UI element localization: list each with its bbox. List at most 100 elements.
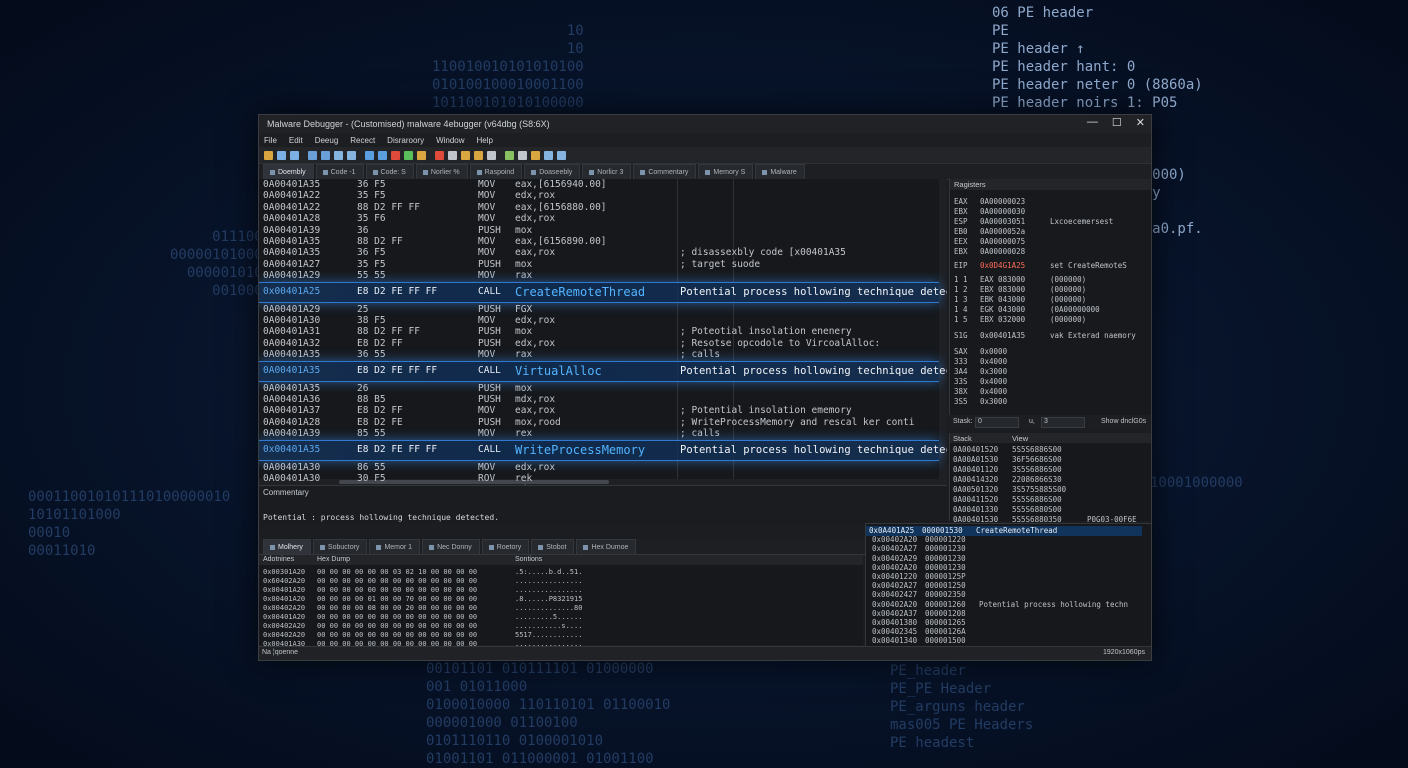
tab-7[interactable]: Commentary	[633, 164, 697, 179]
bottom-tab-6[interactable]: Hex Dumoe	[576, 539, 637, 554]
disasm-row[interactable]: 0A00401A29 55 55 MOV rax	[259, 270, 939, 281]
menu-item-help[interactable]: Help	[477, 136, 493, 145]
disasm-bytes: 30 F5	[357, 473, 386, 484]
disasm-row[interactable]: 0A00401A35 36 F5 MOV eax,[6156940.00]	[259, 179, 939, 190]
toolbar-button-icon[interactable]	[290, 150, 299, 160]
trace-address: 0x00401220	[872, 572, 918, 581]
toolbar-button-icon[interactable]	[321, 150, 330, 160]
status-bar: Na ¦qoenne 1920x1060ps	[259, 646, 1151, 660]
disasm-row[interactable]: 0A00401A28 E8 D2 FE PUSH mox,rood ; WritePro…	[259, 417, 939, 428]
hex-address: 0x00301A20	[263, 568, 306, 576]
menu-item-recect[interactable]: Recect	[350, 136, 375, 145]
trace-value: 000001230	[925, 562, 966, 572]
disasm-row[interactable]: 0A00401A30 30 F5 ROV rek	[259, 473, 939, 484]
disasm-row[interactable]: 0A00401A39 85 55 MOV rex ; calls	[259, 428, 939, 439]
stack-count-field[interactable]: 3	[1041, 417, 1085, 428]
toolbar-button-icon[interactable]	[404, 150, 413, 160]
toolbar-button-icon[interactable]	[365, 150, 374, 160]
register-value: 0x0000	[980, 347, 1008, 356]
disasm-mnem: CALL	[478, 364, 501, 376]
menu-item-disraroory[interactable]: Disraroory	[387, 136, 424, 145]
tab-2[interactable]: Code: S	[365, 164, 414, 179]
maximize-button[interactable]: ☐	[1112, 116, 1122, 129]
disasm-row-highlighted[interactable]: 0A00401A35 E8 D2 FE FF FF CALL VirtualAlloc…	[259, 360, 947, 382]
disasm-row[interactable]: 0A00401A35 36 55 MOV rax ; calls	[259, 349, 939, 360]
disasm-row-highlighted[interactable]: 0x00401A35 E8 D2 FE FF FF CALL WriteProcess…	[259, 439, 947, 461]
disasm-row-highlighted[interactable]: 0x00401A25 E8 D2 FE FF FF CALL CreateRemote…	[259, 281, 947, 303]
toolbar-button-icon[interactable]	[461, 150, 470, 160]
minimize-button[interactable]: —	[1087, 116, 1098, 129]
disassembly-view: 0A00401A35 36 F5 MOV eax,[6156940.00] 0A0040…	[259, 179, 947, 485]
disasm-bytes: 36 F5	[357, 179, 386, 190]
disasm-row[interactable]: 0A00401A31 88 D2 FF FF PUSH mox ; Poteotial …	[259, 326, 939, 337]
toolbar-button-icon[interactable]	[334, 150, 343, 160]
toolbar-button-icon[interactable]	[474, 150, 483, 160]
toolbar-button-icon[interactable]	[531, 150, 540, 160]
tab-4[interactable]: Raspoind	[469, 164, 523, 179]
disasm-row[interactable]: 0A00401A30 38 F5 MOV edx,rox	[259, 315, 939, 326]
tab-1[interactable]: Code -1	[315, 164, 364, 179]
close-button[interactable]: ✕	[1136, 116, 1145, 129]
toolbar-button-icon[interactable]	[518, 150, 527, 160]
tab-6[interactable]: Norlicr 3	[582, 164, 632, 179]
toolbar-button-icon[interactable]	[391, 150, 400, 160]
tab-8[interactable]: Memory S	[698, 164, 754, 179]
toolbar-button-icon[interactable]	[448, 150, 457, 160]
show-toggle[interactable]: Show dnclG0s	[1101, 418, 1146, 425]
disasm-row[interactable]: 0A00401A35 88 D2 FF MOV eax,[6156890.00]	[259, 236, 939, 247]
hex-address: 0x00401A20	[263, 586, 306, 594]
disasm-row[interactable]: 0A00401A27 35 F5 PUSH mox ; target suode	[259, 259, 939, 270]
toolbar-button-icon[interactable]	[557, 150, 566, 160]
disasm-row[interactable]: 0A00401A35 36 F5 MOV eax,rox ; disassexbly c…	[259, 247, 939, 258]
toolbar-button-icon[interactable]	[347, 150, 356, 160]
disasm-ops: WriteProcessMemory	[515, 442, 646, 457]
toolbar-button-icon[interactable]	[417, 150, 426, 160]
tab-5[interactable]: Doaseebly	[524, 164, 581, 179]
disasm-row[interactable]: 0A00401A36 88 B5 PUSH mdx,rox	[259, 394, 939, 405]
stack-offset-field[interactable]: 0	[975, 417, 1019, 428]
toolbar-button-icon[interactable]	[435, 150, 444, 160]
register-value: 0x4000	[980, 357, 1008, 366]
bottom-tab-2[interactable]: Memor 1	[369, 539, 421, 554]
disasm-row[interactable]: 0A00401A39 36 PUSH mox	[259, 225, 939, 236]
disasm-addr: 0A00401A35	[263, 247, 321, 259]
tab-0[interactable]: Doembly	[263, 164, 314, 179]
toolbar-button-icon[interactable]	[308, 150, 317, 160]
toolbar-button-icon[interactable]	[487, 150, 496, 160]
disasm-ops: mdx,rox	[515, 394, 556, 405]
disasm-row[interactable]: 0A00401A30 86 55 MOV edx,rox	[259, 462, 939, 473]
toolbar-button-icon[interactable]	[544, 150, 553, 160]
disassembly-scrollbar[interactable]	[939, 179, 947, 485]
toolbar-button-icon[interactable]	[277, 150, 286, 160]
toolbar-button-icon[interactable]	[505, 150, 514, 160]
bottom-tab-4[interactable]: Roetory	[481, 539, 530, 554]
disasm-row[interactable]: 0A00401A22 35 F5 MOV edx,rox	[259, 190, 939, 201]
bottom-tab-5[interactable]: Stobot	[531, 539, 575, 554]
toolbar-button-icon[interactable]	[378, 150, 387, 160]
disasm-row[interactable]: 0A00401A37 E8 D2 FF MOV eax,rox ; Potential …	[259, 405, 939, 416]
bottom-tab-3[interactable]: Nec Donny	[422, 539, 480, 554]
toolbar-button-icon[interactable]	[264, 150, 273, 160]
disasm-ops: eax,[6156890.00]	[515, 236, 607, 247]
tab-label: Roetory	[496, 543, 522, 551]
menu-item-deeug[interactable]: Deeug	[315, 136, 339, 145]
menu-item-file[interactable]: File	[264, 136, 277, 145]
disasm-row[interactable]: 0A00401A28 35 F6 MOV edx,rox	[259, 213, 939, 224]
menu-item-edit[interactable]: Edit	[289, 136, 303, 145]
bottom-tab-1[interactable]: Sobuctory	[312, 539, 368, 554]
tab-label: Stobot	[546, 543, 567, 551]
hex-bytes: 00 00 00 00 01 00 00 70 00 00 00 00 00	[317, 595, 478, 603]
disasm-ops: VirtualAlloc	[515, 363, 602, 378]
disasm-row[interactable]: 0A00401A22 88 D2 FF FF MOV eax,[6156880.00]	[259, 202, 939, 213]
tab-9[interactable]: Malware	[755, 164, 805, 179]
hex-bytes: 00 00 00 00 00 00 00 00 00 00 00 00 00	[317, 613, 478, 621]
disasm-mnem: CALL	[478, 443, 501, 455]
tab-3[interactable]: Norlier %	[415, 164, 468, 179]
disasm-row[interactable]: 0A00401A32 E8 D2 FF PUSH edx,rox ; Resotse o…	[259, 338, 939, 349]
disasm-addr: 0A00401A29	[263, 270, 321, 282]
disasm-row[interactable]: 0A00401A29 25 PUSH FGX	[259, 304, 939, 315]
trace-note: Potential process hollowing techn	[979, 599, 1129, 609]
disasm-row[interactable]: 0A00401A35 26 PUSH mox	[259, 383, 939, 394]
bottom-tab-0[interactable]: Molhery	[263, 539, 311, 554]
menu-item-window[interactable]: Window	[436, 136, 464, 145]
